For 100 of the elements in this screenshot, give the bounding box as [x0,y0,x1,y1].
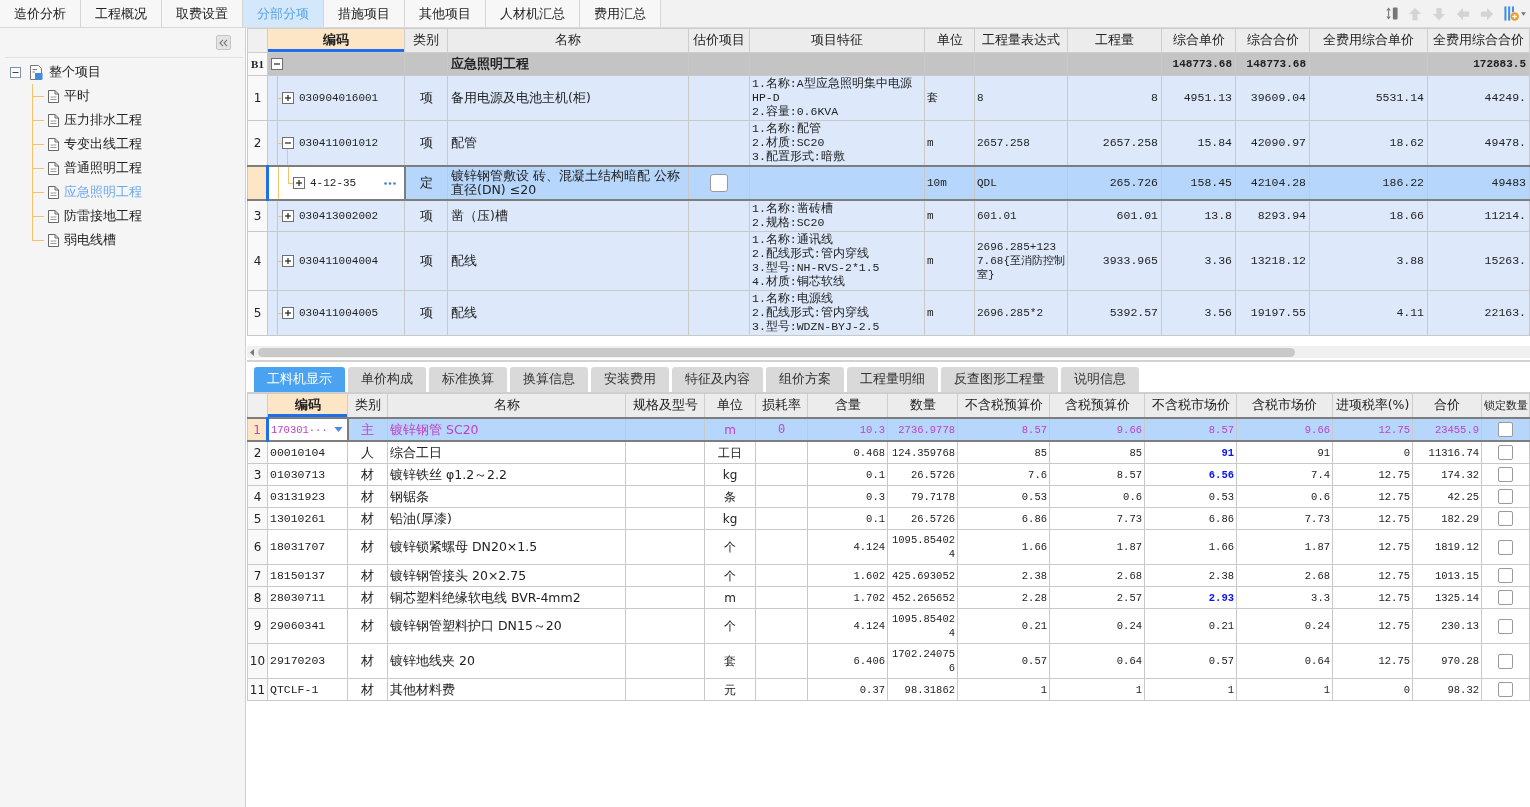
checkbox[interactable] [1498,682,1513,697]
table-cell: 4951.13 [1161,75,1236,121]
module-tab[interactable]: 人材机汇总 [486,0,580,27]
detail-tab[interactable]: 反查图形工程量 [941,367,1058,392]
table-cell: 11214. [1427,200,1530,232]
table-cell: 1 [1236,678,1333,701]
table-cell: 11316.74 [1412,441,1482,464]
columns-icon[interactable] [1504,6,1519,21]
minus-box-icon[interactable] [271,58,283,70]
table-row[interactable]: 1 030904016001 项 备用电源及电池主机(柜) 1.名称:A型应急照明集中电源 HP-D 2.容量:0.6KVA 套 8 8 4951.13 39609.04 5531.14 44249. [247,75,1530,121]
tree-item[interactable]: 平时 [64,87,90,105]
tree-item[interactable]: 整个项目 [49,63,101,81]
tree-item[interactable]: 普通照明工程 [64,159,142,177]
table-cell: 15263. [1427,231,1530,291]
table-cell: 44249. [1427,75,1530,121]
module-tab[interactable]: 费用汇总 [580,0,661,27]
minus-box-icon[interactable] [282,137,294,149]
table-cell: 9.66 [1049,418,1145,441]
detail-tab[interactable]: 说明信息 [1061,367,1139,392]
detail-tab[interactable]: 组价方案 [766,367,844,392]
scrollbar-thumb[interactable] [258,347,1295,357]
table-cell: 1.名称:凿砖槽 2.规格:SC20 [749,200,925,232]
checkbox[interactable] [1498,445,1513,460]
document-icon [48,185,59,199]
module-tab[interactable]: 措施项目 [324,0,405,27]
table-cell: 元 [704,678,756,701]
checkbox[interactable] [1498,511,1513,526]
table-cell: kg [704,463,756,486]
module-tab[interactable]: 取费设置 [162,0,243,27]
table-cell: 148773.68 [1235,52,1310,76]
tree-item[interactable]: 防雷接地工程 [64,207,142,225]
checkbox[interactable] [710,174,728,192]
table-cell: 8 [974,75,1068,121]
scroll-left-icon[interactable] [250,348,254,356]
minus-box-icon[interactable] [10,66,21,78]
checkbox[interactable] [1498,467,1513,482]
detail-tab[interactable]: 标准换算 [429,367,507,392]
table-row[interactable]: 2 00010104 人 综合工日 工日 0.468 124.359768 85 85 91 91 0 11316.74 [247,441,1530,464]
table-cell: 1.66 [957,529,1050,565]
tree-item[interactable]: 弱电线槽 [64,231,116,249]
checkbox[interactable] [1498,539,1513,555]
table-row[interactable]: 8 28030711 材 铜芯塑料绝缘软电线 BVR-4mm2 m 1.702 452.265652 2.28 2.57 2.93 3.3 12.75 1325.14 [247,586,1530,609]
table-row[interactable]: 7 18150137 材 镀锌钢管接头 20×2.75 个 1.602 425.693052 2.38 2.68 2.38 2.68 12.75 1013.15 [247,564,1530,587]
detail-tab[interactable]: 工程量明细 [847,367,938,392]
table-row[interactable]: 1 170301··· 主 镀锌钢管 SC20 m 0 10.3 2736.9778 8.57 9.66 8.57 9.66 12.75 23455.9 [247,418,1530,441]
table-cell: 8293.94 [1235,200,1310,232]
table-row[interactable]: 2 030411001012 项 配管 1.名称:配管 2.材质:SC20 3.配置形式:暗敷 m 2657.258 2657.258 15.84 42090.97 18.62 49478. [247,120,1530,166]
detail-tab[interactable]: 单价构成 [348,367,426,392]
table-row[interactable]: B1 应急照明工程 148773.68 148773.68 172883.5 [247,52,1530,76]
detail-tab[interactable]: 换算信息 [510,367,588,392]
column-header: 不含税市场价 [1144,393,1237,418]
active-cell[interactable]: 170301··· [267,418,348,441]
detail-tab[interactable]: 安装费用 [591,367,669,392]
module-tab[interactable]: 造价分析 [0,0,81,27]
table-row[interactable]: 4 03131923 材 钢锯条 条 0.3 79.7178 0.53 0.6 0.53 0.6 12.75 42.25 [247,485,1530,508]
table-row[interactable]: 11 QTCLF-1 材 其他材料费 元 0.37 98.31862 1 1 1 1 0 98.32 [247,678,1530,701]
checkbox[interactable] [1498,653,1513,669]
plus-box-icon[interactable] [282,307,294,319]
table-row[interactable]: 3 030413002002 项 凿（压)槽 1.名称:凿砖槽 2.规格:SC20 m 601.01 601.01 13.8 8293.94 18.66 11214. [247,200,1530,232]
row-number: 10 [247,643,268,679]
module-tab[interactable]: 工程概况 [81,0,162,27]
tree-item[interactable]: 压力排水工程 [64,111,142,129]
column-settings-button[interactable] [1504,6,1526,21]
table-row[interactable]: 4 030411004004 项 配线 1.名称:通讯线 2.配线形式:管内穿线 3.型号:NH-RVS-2*1.5 4.材质:铜芯软线 m 2696.285+1237.68{至消防控制室} 3933.965 3.36 13218.12 3.88 15263. [247,231,1530,291]
caret-down-icon[interactable] [1521,11,1526,16]
plus-box-icon[interactable] [293,177,305,189]
more-icon[interactable] [383,181,396,185]
caret-down-icon[interactable] [333,427,343,432]
tree-item[interactable]: 专变出线工程 [64,135,142,153]
active-cell[interactable]: 4-12-35 [267,166,405,200]
plus-box-icon[interactable] [282,92,294,104]
checkbox[interactable] [1498,568,1513,583]
table-cell: 1095.854024 [887,529,958,565]
checkbox[interactable] [1498,422,1513,437]
table-cell: 0.6 [1049,485,1145,508]
table-cell: 2.57 [1049,586,1145,609]
table-cell: 7.6 [957,463,1050,486]
table-row[interactable]: 5 030411004005 项 配线 1.名称:电源线 2.配线形式:管内穿线 3.型号:WDZN-BYJ-2.5 m 2696.285*2 5392.57 3.56 19197.55 4.11 22163. [247,290,1530,336]
checkbox[interactable] [1498,590,1513,605]
table-cell: 0 [1332,441,1413,464]
table-cell: 00010104 [267,441,348,464]
module-tab[interactable]: 其他项目 [405,0,486,27]
plus-box-icon[interactable] [282,210,294,222]
column-header: 锁定数量 [1481,393,1530,418]
table-row[interactable]: 5 13010261 材 铅油(厚漆) kg 0.1 26.5726 6.86 7.73 6.86 7.73 12.75 182.29 [247,507,1530,530]
plus-box-icon[interactable] [282,255,294,267]
checkbox[interactable] [1498,489,1513,504]
detail-tab[interactable]: 特征及内容 [672,367,763,392]
table-row[interactable]: 3 01030713 材 镀锌铁丝 φ1.2～2.2 kg 0.1 26.5726 7.6 8.57 6.56 7.4 12.75 174.32 [247,463,1530,486]
checkbox[interactable] [1498,618,1513,634]
column-header: 全费用综合合价 [1427,28,1530,53]
table-cell: 1.66 [1144,529,1237,565]
row-number: 4 [247,485,268,508]
row-number: 2 [247,441,268,464]
table-cell: 1 [957,678,1050,701]
table-row[interactable]: 4-12-35 定 镀锌钢管敷设 砖、混凝土结构暗配 公称直径(DN) ≤20 10m QDL 265.726 158.45 42104.28 186.22 49483 [247,166,1530,200]
table-cell: 01030713 [267,463,348,486]
table-cell: 0.57 [957,643,1050,679]
table-cell: 3.56 [1161,290,1236,336]
sort-icon[interactable] [1386,6,1398,21]
